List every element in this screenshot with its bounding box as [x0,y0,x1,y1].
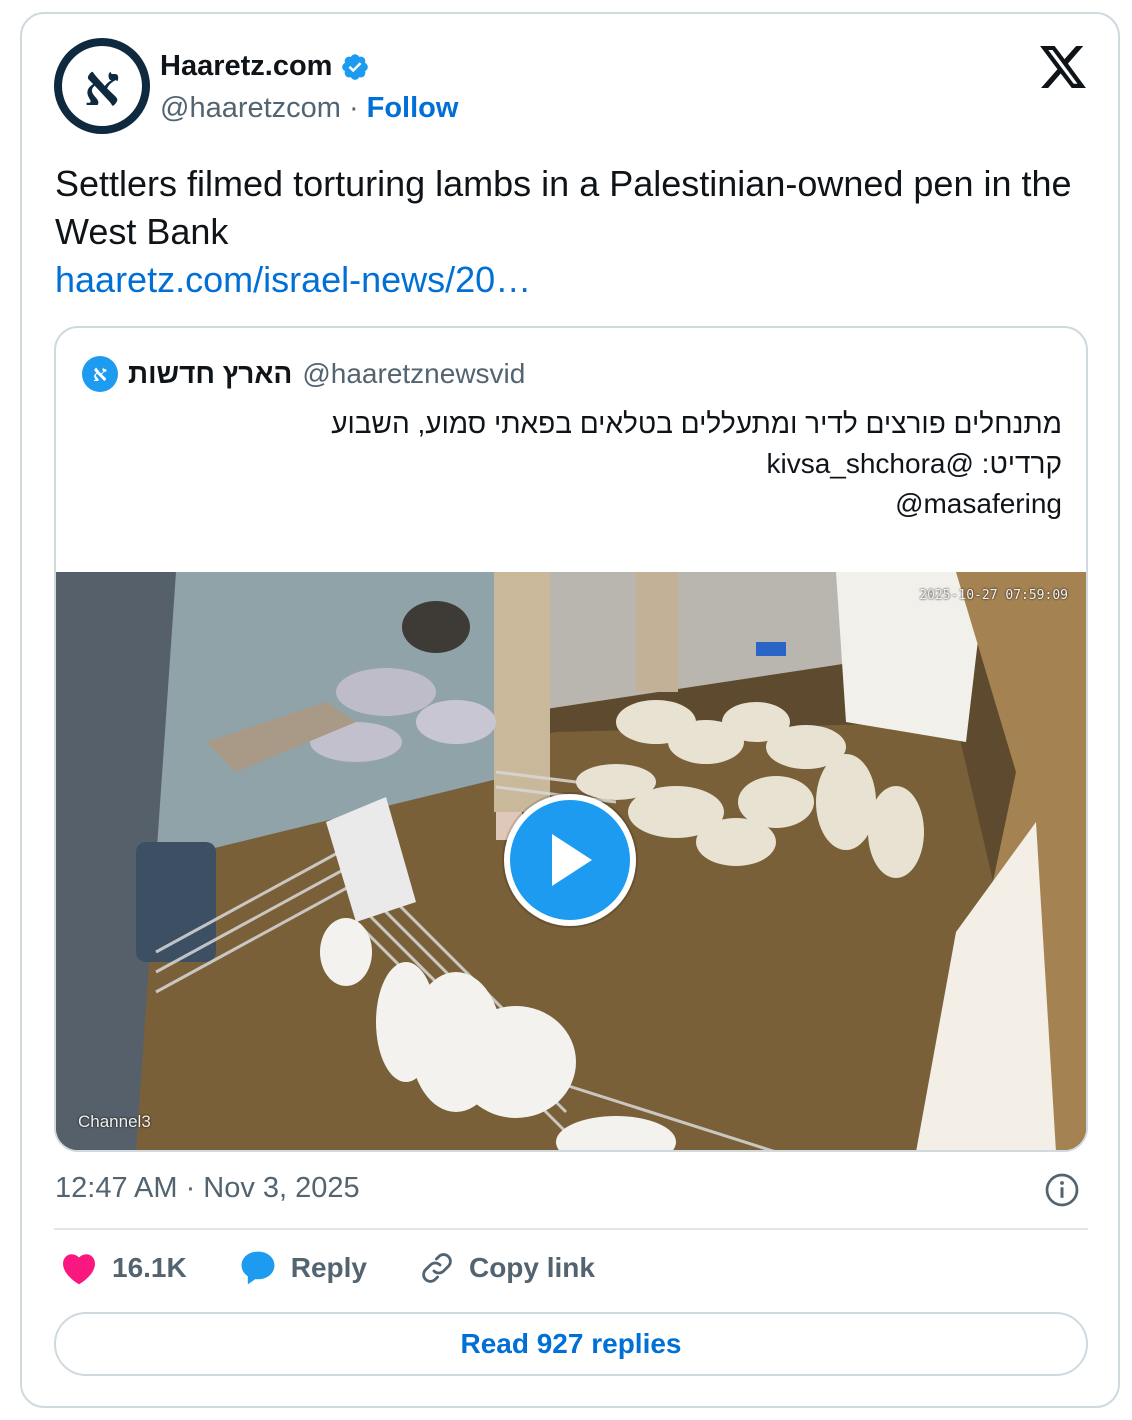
separator-dot: · [348,92,359,124]
author-name-row: Haaretz.com [160,50,370,83]
quoted-avatar[interactable]: א [82,356,118,392]
play-button[interactable] [504,794,636,926]
tweet-body: Settlers filmed torturing lambs in a Pal… [55,160,1085,304]
quoted-text-line: @masafering [895,488,1062,519]
avatar[interactable]: א [54,38,150,134]
author-handle-row: @haaretzcom · Follow [160,92,458,125]
info-icon[interactable] [1044,1172,1080,1208]
video-timestamp-overlay: 2025-10-27 07:59:09 [919,588,1068,603]
quoted-avatar-letter: א [92,361,108,387]
quoted-tweet-text: מתנחלים פורצים לדיר ומתעללים בטלאים בפאת… [102,404,1062,524]
like-count: 16.1K [112,1252,187,1283]
quoted-display-name: הארץ חדשות [128,358,293,389]
tweet-text: Settlers filmed torturing lambs in a Pal… [55,163,1072,252]
copy-link-button[interactable]: Copy link [419,1250,595,1286]
tweet-datetime[interactable]: 12:47 AM · Nov 3, 2025 [55,1172,360,1205]
video-player[interactable]: 2025-10-27 07:59:09 Channel3 [56,572,1086,1150]
tweet-embed-card: א Haaretz.com @haaretzcom · Follow Settl… [20,12,1120,1408]
heart-icon [63,1254,95,1285]
x-logo-icon[interactable] [1040,46,1086,88]
quoted-handle: @haaretznewsvid [302,358,526,389]
tweet-link[interactable]: haaretz.com/israel-news/20… [55,256,1085,304]
read-replies-button[interactable]: Read 927 replies [54,1312,1088,1376]
quoted-text-line: מתנחלים פורצים לדיר ומתעללים בטלאים בפאת… [331,408,1062,439]
video-channel-overlay: Channel3 [78,1112,151,1131]
author-handle[interactable]: @haaretzcom [160,92,341,125]
reply-button[interactable]: Reply [239,1250,367,1286]
quoted-text-line: קרדיט: @kivsa_shchora [766,448,1062,479]
reply-bubble-icon [241,1251,275,1285]
follow-button[interactable]: Follow [367,92,459,125]
action-bar: 16.1K Reply Copy link [60,1250,647,1286]
avatar-letter: א [84,53,120,119]
link-icon [422,1253,452,1283]
copy-link-label: Copy link [468,1252,595,1283]
divider [54,1228,1088,1230]
quoted-tweet-header: א הארץ חדשות @haaretznewsvid [82,356,525,392]
author-display-name[interactable]: Haaretz.com [160,50,332,83]
reply-label: Reply [290,1252,367,1283]
play-icon [552,834,592,886]
like-button[interactable]: 16.1K [60,1251,187,1285]
avatar-logo: א [62,46,142,126]
quoted-tweet[interactable]: א הארץ חדשות @haaretznewsvid מתנחלים פור… [54,326,1088,1152]
verified-badge-icon [342,53,369,80]
